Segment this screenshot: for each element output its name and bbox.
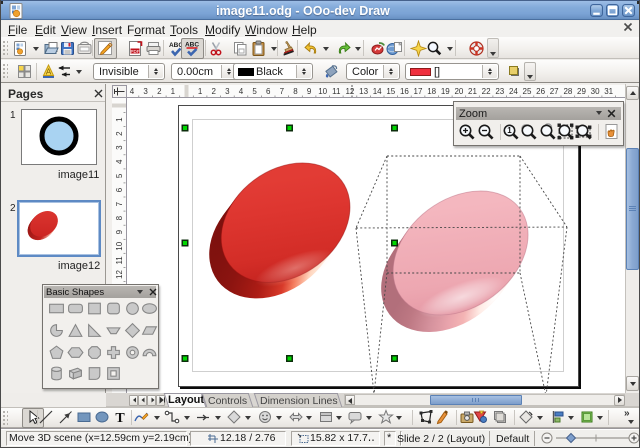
svg-text:20: 20 (454, 87, 463, 96)
svg-text:1: 1 (115, 117, 124, 122)
svg-text:1: 1 (171, 87, 176, 96)
svg-text:2: 2 (211, 87, 216, 96)
svg-text:31: 31 (604, 87, 613, 96)
svg-text:7: 7 (115, 201, 124, 206)
svg-text:4: 4 (239, 87, 244, 96)
svg-text:26: 26 (536, 87, 545, 96)
svg-text:9: 9 (307, 87, 312, 96)
svg-text:2: 2 (115, 131, 124, 136)
svg-text:11: 11 (115, 256, 124, 265)
svg-text:PDF: PDF (131, 49, 140, 54)
svg-text:T: T (115, 411, 125, 426)
svg-text:18: 18 (427, 87, 436, 96)
svg-text:8: 8 (115, 215, 124, 220)
svg-text:10: 10 (318, 87, 327, 96)
svg-text:27: 27 (550, 87, 559, 96)
svg-text:30: 30 (591, 87, 600, 96)
svg-text:29: 29 (577, 87, 586, 96)
svg-text:24: 24 (509, 87, 518, 96)
svg-text:25: 25 (523, 87, 532, 96)
svg-text:9: 9 (115, 229, 124, 234)
svg-text:12: 12 (115, 270, 124, 279)
svg-text:12: 12 (345, 87, 354, 96)
svg-text:1: 1 (198, 87, 203, 96)
svg-text:28: 28 (563, 87, 572, 96)
svg-text:8: 8 (293, 87, 298, 96)
svg-text:6: 6 (266, 87, 271, 96)
svg-text:13: 13 (359, 87, 368, 96)
svg-text:11: 11 (332, 87, 341, 96)
svg-text:1: 1 (507, 126, 512, 135)
svg-text:7: 7 (280, 87, 285, 96)
svg-text:3: 3 (115, 145, 124, 150)
svg-text:4: 4 (115, 159, 124, 164)
svg-text:14: 14 (373, 87, 382, 96)
svg-text:23: 23 (495, 87, 504, 96)
svg-text:3: 3 (143, 87, 148, 96)
svg-text:22: 22 (482, 87, 491, 96)
svg-text:A: A (46, 68, 52, 77)
svg-text:6: 6 (115, 187, 124, 192)
svg-text:16: 16 (400, 87, 409, 96)
svg-text:19: 19 (441, 87, 450, 96)
svg-text:3: 3 (225, 87, 230, 96)
svg-text:5: 5 (115, 173, 124, 178)
svg-text:2: 2 (157, 87, 162, 96)
svg-text:10: 10 (115, 241, 124, 250)
svg-text:15: 15 (386, 87, 395, 96)
svg-text:17: 17 (414, 87, 423, 96)
svg-text:5: 5 (252, 87, 257, 96)
svg-text:4: 4 (130, 87, 135, 96)
svg-text:21: 21 (468, 87, 477, 96)
